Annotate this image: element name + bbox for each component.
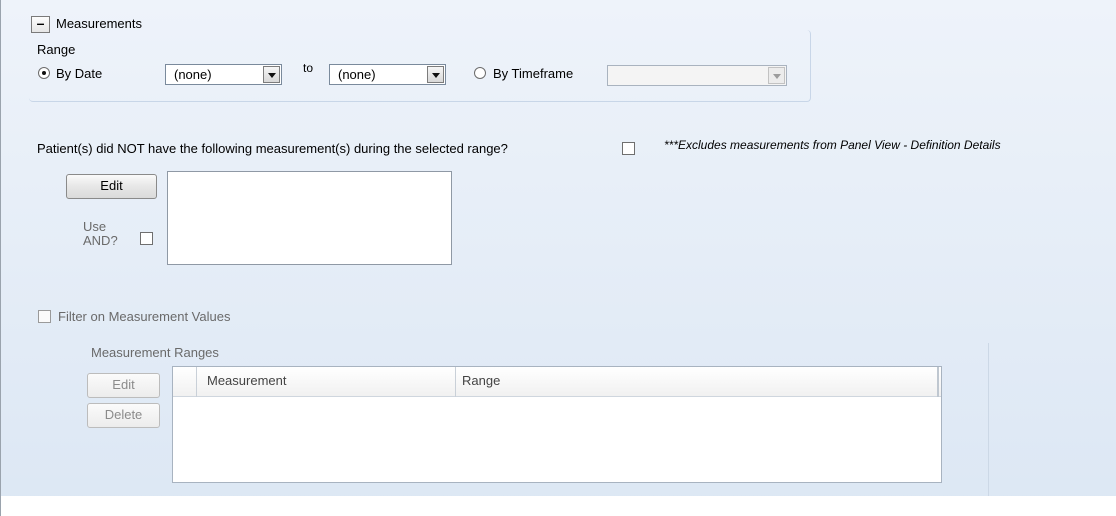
by-timeframe-radio[interactable] <box>474 67 486 79</box>
column-header-range[interactable]: Range <box>456 367 939 397</box>
from-date-select[interactable]: (none) <box>165 64 282 85</box>
measurement-list[interactable] <box>167 171 452 265</box>
to-label: to <box>303 61 314 75</box>
by-date-label: By Date <box>56 66 103 81</box>
not-measurement-checkbox[interactable] <box>622 142 635 155</box>
filter-values-label: Filter on Measurement Values <box>58 309 231 324</box>
to-date-value: (none) <box>338 67 376 82</box>
by-date-radio[interactable] <box>38 67 50 79</box>
column-header-measurement[interactable]: Measurement <box>197 367 456 397</box>
edit-range-button[interactable]: Edit <box>87 373 160 398</box>
exclusion-note: ***Excludes measurements from Panel View… <box>664 138 1001 152</box>
section-title: Measurements <box>56 16 142 31</box>
delete-range-button[interactable]: Delete <box>87 403 160 428</box>
grid-header: Measurement Range <box>173 367 941 397</box>
chevron-down-icon[interactable] <box>427 66 444 83</box>
not-measurement-question: Patient(s) did NOT have the following me… <box>37 141 508 156</box>
use-and-label-line1: Use <box>83 219 107 234</box>
grid-row-header-corner <box>173 367 197 397</box>
edit-measurements-button[interactable]: Edit <box>66 174 157 199</box>
to-date-select[interactable]: (none) <box>329 64 446 85</box>
bottom-strip <box>1 496 1116 516</box>
range-label: Range <box>37 42 76 57</box>
from-date-value: (none) <box>174 67 212 82</box>
by-timeframe-label: By Timeframe <box>493 66 574 81</box>
filter-values-checkbox[interactable] <box>38 310 51 323</box>
timeframe-select[interactable] <box>607 65 787 86</box>
chevron-down-icon[interactable] <box>768 67 785 84</box>
measurement-ranges-grid[interactable]: Measurement Range <box>172 366 942 483</box>
use-and-label: Use AND? <box>83 220 118 248</box>
measurements-panel: – Measurements Range By Date (none) to (… <box>0 0 1116 516</box>
use-and-checkbox[interactable] <box>140 232 153 245</box>
measurement-ranges-label: Measurement Ranges <box>91 345 219 360</box>
use-and-label-line2: AND? <box>83 233 118 248</box>
chevron-down-icon[interactable] <box>263 66 280 83</box>
